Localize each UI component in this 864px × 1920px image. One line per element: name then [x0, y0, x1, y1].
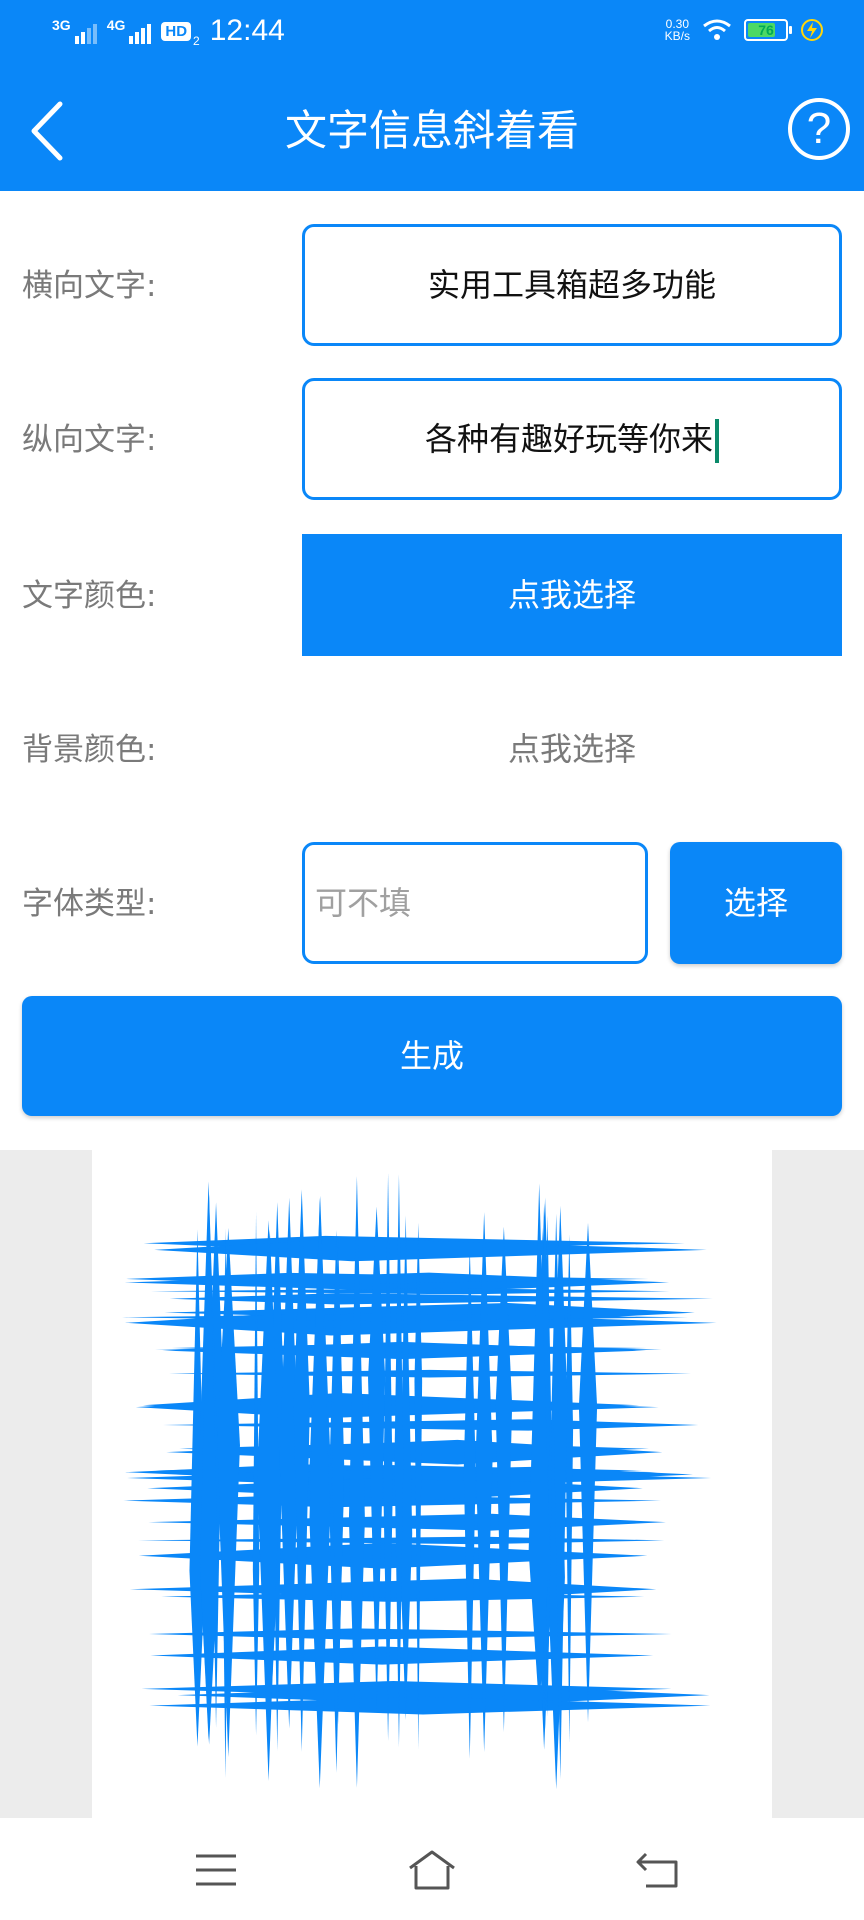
signal-4g-label: 4G	[106, 17, 126, 33]
horizontal-text-input[interactable]: 实用工具箱超多功能	[302, 224, 842, 346]
stretched-stroke-h	[149, 1696, 711, 1715]
home-icon[interactable]	[406, 1848, 458, 1892]
wifi-icon	[703, 19, 731, 40]
font-type-placeholder: 可不填	[315, 884, 412, 922]
hd-sub-label: 2	[193, 34, 200, 48]
back-icon[interactable]	[632, 1848, 684, 1892]
preview-canvas	[92, 1150, 772, 1818]
horizontal-text-value: 实用工具箱超多功能	[427, 266, 716, 304]
font-type-input[interactable]: 可不填	[302, 842, 648, 964]
question-circle-icon[interactable]: ?	[788, 98, 850, 160]
text-color-button[interactable]: 点我选择	[302, 534, 842, 656]
net-speed-unit: KB/s	[664, 29, 690, 43]
vertical-text-value: 各种有趣好玩等你来	[424, 420, 713, 458]
vertical-text-wrap: 各种有趣好玩等你来	[305, 381, 839, 497]
net-speed: 0.30 KB/s	[665, 18, 690, 42]
bg-color-button[interactable]: 点我选择	[302, 688, 842, 810]
text-color-label: 文字颜色:	[22, 578, 157, 614]
battery-level: 76	[758, 22, 774, 38]
hd-icon: HD	[161, 21, 192, 41]
vertical-text-label: 纵向文字:	[22, 422, 157, 458]
signal-4g-icon: 4G	[107, 18, 152, 44]
stretched-stroke-h	[168, 1369, 692, 1378]
app-bar: 3G 4G HD 2 12:44 0.30 KB/s 76 文字信息斜着看 ?	[0, 0, 864, 191]
signal-3g-icon: 3G	[52, 18, 97, 44]
bg-color-label: 背景颜色:	[22, 732, 157, 768]
stretched-stroke-h	[163, 1419, 699, 1431]
menu-icon[interactable]	[190, 1848, 242, 1892]
signal-3g-label: 3G	[52, 17, 71, 33]
system-nav-bar	[0, 1818, 864, 1920]
horizontal-text-label: 横向文字:	[22, 268, 157, 304]
text-caret	[715, 419, 719, 463]
generated-text-image	[122, 1172, 717, 1790]
vertical-text-input[interactable]: 各种有趣好玩等你来	[302, 378, 842, 500]
font-select-button[interactable]: 选择	[670, 842, 842, 964]
generate-button[interactable]: 生成	[22, 996, 842, 1116]
status-bar: 3G 4G HD 2 12:44 0.30 KB/s 76	[0, 0, 864, 66]
stretched-stroke-h	[169, 1293, 713, 1305]
preview-area	[0, 1150, 864, 1818]
help-glyph: ?	[806, 104, 832, 153]
clock: 12:44	[209, 14, 285, 47]
charging-icon	[801, 19, 823, 41]
battery-icon: 76	[744, 19, 792, 41]
font-type-label: 字体类型:	[22, 886, 157, 922]
page-title: 文字信息斜着看	[284, 106, 579, 155]
title-bar: 文字信息斜着看 ?	[0, 66, 864, 191]
